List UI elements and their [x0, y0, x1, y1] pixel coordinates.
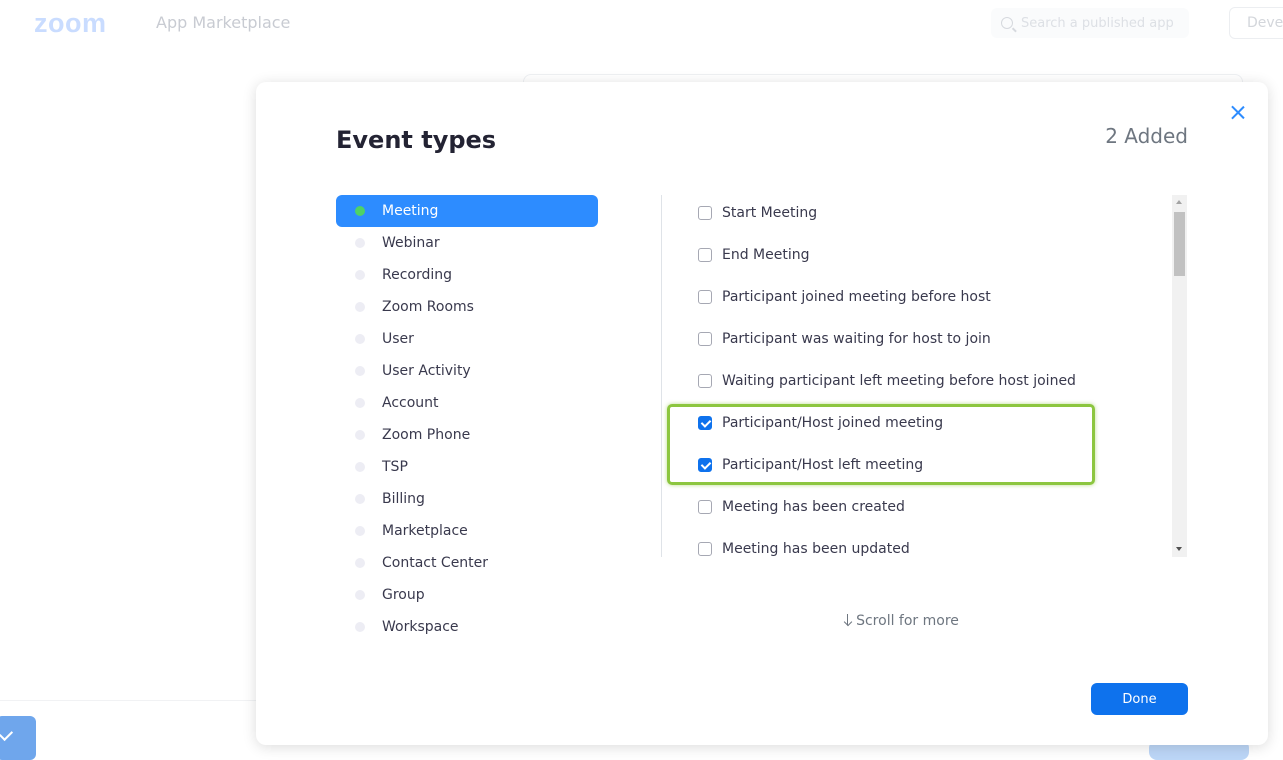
- search-input[interactable]: Search a published app: [991, 8, 1189, 38]
- status-dot-icon: [355, 238, 365, 248]
- category-item-billing[interactable]: Billing: [336, 483, 598, 515]
- column-divider: [661, 195, 662, 557]
- added-count: 2 Added: [1105, 124, 1188, 148]
- category-item-user[interactable]: User: [336, 323, 598, 355]
- scroll-thumb[interactable]: [1174, 212, 1185, 276]
- category-item-contact-center[interactable]: Contact Center: [336, 547, 598, 579]
- event-label: Meeting has been created: [722, 499, 905, 515]
- status-dot-icon: [355, 302, 365, 312]
- category-item-marketplace[interactable]: Marketplace: [336, 515, 598, 547]
- event-label: End Meeting: [722, 247, 810, 263]
- scroll-up-icon[interactable]: [1172, 195, 1187, 210]
- background-divider: [0, 700, 256, 701]
- category-label: Meeting: [382, 203, 439, 219]
- event-item-waiting-left[interactable]: Waiting participant left meeting before …: [698, 369, 1076, 393]
- status-dot-icon: [355, 590, 365, 600]
- event-label: Waiting participant left meeting before …: [722, 373, 1076, 389]
- category-label: Billing: [382, 491, 425, 507]
- event-label: Participant/Host left meeting: [722, 457, 924, 473]
- event-label: Participant was waiting for host to join: [722, 331, 991, 347]
- category-label: Contact Center: [382, 555, 489, 571]
- zoom-logo[interactable]: zoom: [34, 8, 107, 39]
- category-label: Marketplace: [382, 523, 468, 539]
- event-label: Participant/Host joined meeting: [722, 415, 944, 431]
- event-item-participant-joined[interactable]: Participant/Host joined meeting: [698, 411, 943, 435]
- category-item-workspace[interactable]: Workspace: [336, 611, 598, 643]
- top-bar: zoom App Marketplace Search a published …: [0, 0, 1283, 46]
- status-dot-icon: [355, 462, 365, 472]
- search-placeholder: Search a published app: [1021, 15, 1174, 31]
- event-checkbox[interactable]: [698, 500, 712, 514]
- event-checkbox[interactable]: [698, 374, 712, 388]
- category-item-webinar[interactable]: Webinar: [336, 227, 598, 259]
- event-list-scrollbar[interactable]: [1172, 195, 1187, 557]
- category-list: Meeting Webinar Recording Zoom Rooms Use…: [336, 195, 598, 643]
- category-item-zoom-rooms[interactable]: Zoom Rooms: [336, 291, 598, 323]
- status-dot-icon: [355, 430, 365, 440]
- event-checkbox[interactable]: [698, 332, 712, 346]
- status-dot-icon: [355, 494, 365, 504]
- category-label: Zoom Rooms: [382, 299, 474, 315]
- event-label: Meeting has been updated: [722, 541, 910, 557]
- category-item-tsp[interactable]: TSP: [336, 451, 598, 483]
- category-label: User Activity: [382, 363, 471, 379]
- event-item-meeting-created[interactable]: Meeting has been created: [698, 495, 905, 519]
- close-icon[interactable]: [1229, 103, 1247, 121]
- event-item-participant-left[interactable]: Participant/Host left meeting: [698, 453, 923, 477]
- status-dot-icon: [355, 558, 365, 568]
- event-checkbox-checked[interactable]: [698, 416, 712, 430]
- category-label: User: [382, 331, 414, 347]
- status-dot-icon: [355, 270, 365, 280]
- category-label: Workspace: [382, 619, 459, 635]
- scroll-hint: Scroll for more: [820, 613, 982, 629]
- develop-button[interactable]: Devel: [1229, 7, 1283, 39]
- search-icon: [1001, 17, 1013, 29]
- event-item-waiting-for-host[interactable]: Participant was waiting for host to join: [698, 327, 991, 351]
- event-item-end-meeting[interactable]: End Meeting: [698, 243, 810, 267]
- category-label: Account: [382, 395, 439, 411]
- event-item-meeting-updated[interactable]: Meeting has been updated: [698, 537, 910, 557]
- event-checkbox[interactable]: [698, 206, 712, 220]
- event-item-joined-before-host[interactable]: Participant joined meeting before host: [698, 285, 991, 309]
- category-label: Group: [382, 587, 425, 603]
- marketplace-title[interactable]: App Marketplace: [156, 13, 290, 32]
- modal-title: Event types: [336, 126, 497, 154]
- event-label: Start Meeting: [722, 205, 818, 221]
- category-label: Webinar: [382, 235, 440, 251]
- status-dot-icon: [355, 526, 365, 536]
- event-checkbox-checked[interactable]: [698, 458, 712, 472]
- event-label: Participant joined meeting before host: [722, 289, 991, 305]
- event-checkbox[interactable]: [698, 542, 712, 556]
- category-item-account[interactable]: Account: [336, 387, 598, 419]
- status-dot-icon: [355, 206, 365, 216]
- status-dot-icon: [355, 398, 365, 408]
- scroll-hint-label: Scroll for more: [856, 613, 959, 629]
- done-button[interactable]: Done: [1091, 683, 1188, 715]
- category-item-group[interactable]: Group: [336, 579, 598, 611]
- category-item-meeting[interactable]: Meeting: [336, 195, 598, 227]
- category-label: Zoom Phone: [382, 427, 471, 443]
- category-label: TSP: [382, 459, 408, 475]
- status-dot-icon: [355, 334, 365, 344]
- event-checkbox[interactable]: [698, 290, 712, 304]
- status-dot-icon: [355, 622, 365, 632]
- event-item-start-meeting[interactable]: Start Meeting: [698, 201, 817, 225]
- scroll-down-icon[interactable]: [1172, 542, 1187, 557]
- category-item-recording[interactable]: Recording: [336, 259, 598, 291]
- event-checkbox[interactable]: [698, 248, 712, 262]
- category-label: Recording: [382, 267, 453, 283]
- arrow-down-icon: [843, 614, 853, 626]
- status-dot-icon: [355, 366, 365, 376]
- category-item-user-activity[interactable]: User Activity: [336, 355, 598, 387]
- event-list: Start Meeting End Meeting Participant jo…: [680, 195, 1175, 557]
- category-item-zoom-phone[interactable]: Zoom Phone: [336, 419, 598, 451]
